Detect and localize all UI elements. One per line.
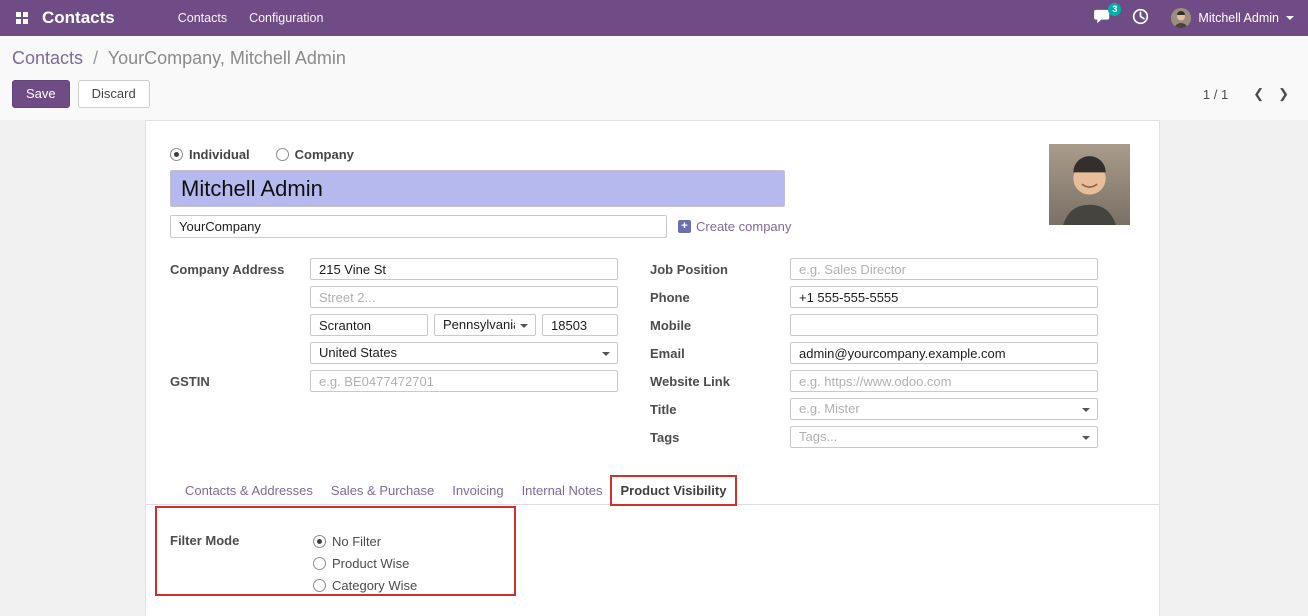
website-input[interactable]	[790, 370, 1098, 392]
breadcrumb-current: YourCompany, Mitchell Admin	[108, 48, 346, 68]
pager-value: 1 / 1	[1203, 87, 1228, 102]
tab-internal-notes[interactable]: Internal Notes	[513, 477, 612, 504]
company-type-selector: Individual Company	[170, 145, 1135, 163]
contact-photo[interactable]	[1049, 144, 1130, 225]
plus-square-icon: +	[678, 220, 691, 233]
breadcrumb-parent-link[interactable]: Contacts	[12, 48, 83, 68]
job-position-input[interactable]	[790, 258, 1098, 280]
clock-icon	[1132, 8, 1149, 28]
company-row: + Create company	[170, 215, 1135, 238]
user-menu[interactable]: Mitchell Admin	[1171, 8, 1298, 28]
radio-unselected-icon	[313, 557, 326, 570]
radio-individual[interactable]: Individual	[170, 147, 250, 162]
chevron-down-icon	[520, 324, 528, 328]
radio-individual-label: Individual	[189, 147, 250, 162]
app-menu: Contacts Configuration	[167, 0, 335, 36]
address-column: Company Address Pennsylvania (U	[170, 258, 650, 454]
radio-unselected-icon	[276, 148, 289, 161]
messages-button[interactable]: 3	[1084, 0, 1122, 36]
control-panel: Contacts / YourCompany, Mitchell Admin S…	[0, 36, 1308, 120]
create-company-label: Create company	[696, 219, 791, 234]
tags-field[interactable]: Tags...	[790, 426, 1098, 448]
phone-input[interactable]	[790, 286, 1098, 308]
title-select[interactable]: e.g. Mister	[790, 398, 1098, 420]
app-title[interactable]: Contacts	[42, 8, 115, 28]
product-visibility-tab-content: Filter Mode No Filter Product Wise Categ…	[170, 505, 1135, 594]
breadcrumb: Contacts / YourCompany, Mitchell Admin	[12, 46, 1296, 70]
details-column: Job Position Phone Mobile Email Website …	[650, 258, 1117, 454]
control-panel-actions: Save Discard 1 / 1 ❮ ❯	[12, 80, 1296, 108]
contact-name-input[interactable]	[170, 170, 785, 207]
menu-item-contacts[interactable]: Contacts	[167, 0, 238, 36]
tab-product-visibility[interactable]: Product Visibility	[612, 477, 736, 504]
filter-mode-row: Filter Mode No Filter Product Wise Categ…	[170, 532, 1135, 594]
title-select-placeholder: e.g. Mister	[799, 401, 1077, 416]
top-navbar: Contacts Contacts Configuration 3 M	[0, 0, 1308, 36]
job-position-label: Job Position	[650, 258, 790, 280]
company-address-label: Company Address	[170, 258, 310, 280]
chevron-down-icon	[602, 352, 610, 356]
form-sheet: Individual Company + Create company Comp…	[145, 120, 1160, 616]
email-label: Email	[650, 342, 790, 364]
zip-input[interactable]	[542, 314, 618, 336]
radio-selected-icon	[313, 535, 326, 548]
country-select-value: United States	[319, 345, 597, 360]
state-select-value: Pennsylvania (U	[443, 317, 515, 332]
notebook-tabs: Contacts & Addresses Sales & Purchase In…	[146, 477, 1159, 505]
gstin-input[interactable]	[310, 370, 618, 392]
tab-sales-purchase[interactable]: Sales & Purchase	[322, 477, 443, 504]
country-select[interactable]: United States	[310, 342, 618, 364]
navbar-systray: 3 Mitchell Admin	[1084, 0, 1298, 36]
save-button[interactable]: Save	[12, 80, 70, 108]
gstin-label: GSTIN	[170, 370, 310, 392]
radio-category-wise[interactable]: Category Wise	[313, 576, 417, 594]
title-label: Title	[650, 398, 790, 420]
tab-invoicing[interactable]: Invoicing	[443, 477, 512, 504]
chevron-down-icon	[1082, 436, 1090, 440]
street-input[interactable]	[310, 258, 618, 280]
breadcrumb-separator: /	[93, 48, 98, 68]
radio-no-filter[interactable]: No Filter	[313, 532, 417, 550]
city-input[interactable]	[310, 314, 428, 336]
chevron-down-icon	[1082, 408, 1090, 412]
radio-company-label: Company	[295, 147, 354, 162]
company-name-input[interactable]	[170, 215, 667, 238]
form-columns: Company Address Pennsylvania (U	[170, 258, 1135, 454]
website-link-label: Website Link	[650, 370, 790, 392]
pager-next-icon[interactable]: ❯	[1271, 84, 1296, 104]
state-select[interactable]: Pennsylvania (U	[434, 314, 536, 336]
user-name: Mitchell Admin	[1198, 11, 1279, 25]
menu-item-configuration[interactable]: Configuration	[238, 0, 334, 36]
radio-company[interactable]: Company	[276, 147, 354, 162]
pager-previous-icon[interactable]: ❮	[1246, 84, 1271, 104]
page: Contacts Contacts Configuration 3 M	[0, 0, 1308, 611]
filter-mode-label: Filter Mode	[170, 532, 313, 594]
mobile-label: Mobile	[650, 314, 790, 336]
create-company-link[interactable]: + Create company	[678, 219, 791, 234]
street2-input[interactable]	[310, 286, 618, 308]
apps-grid-icon	[16, 12, 28, 24]
radio-no-filter-label: No Filter	[332, 534, 381, 549]
apps-menu-button[interactable]	[10, 0, 34, 36]
user-avatar-image	[1171, 8, 1191, 28]
tab-contacts-addresses[interactable]: Contacts & Addresses	[176, 477, 322, 504]
radio-unselected-icon	[313, 579, 326, 592]
pager: 1 / 1 ❮ ❯	[1203, 84, 1296, 104]
filter-mode-options: No Filter Product Wise Category Wise	[313, 532, 417, 594]
radio-product-wise[interactable]: Product Wise	[313, 554, 417, 572]
tags-label: Tags	[650, 426, 790, 448]
activity-button[interactable]	[1122, 0, 1159, 36]
messages-badge: 3	[1108, 3, 1121, 16]
email-input[interactable]	[790, 342, 1098, 364]
phone-label: Phone	[650, 286, 790, 308]
radio-category-wise-label: Category Wise	[332, 578, 417, 593]
discard-button[interactable]: Discard	[78, 80, 150, 108]
chevron-down-icon	[1286, 16, 1294, 20]
radio-selected-icon	[170, 148, 183, 161]
radio-product-wise-label: Product Wise	[332, 556, 409, 571]
mobile-input[interactable]	[790, 314, 1098, 336]
tags-placeholder: Tags...	[799, 429, 1077, 444]
